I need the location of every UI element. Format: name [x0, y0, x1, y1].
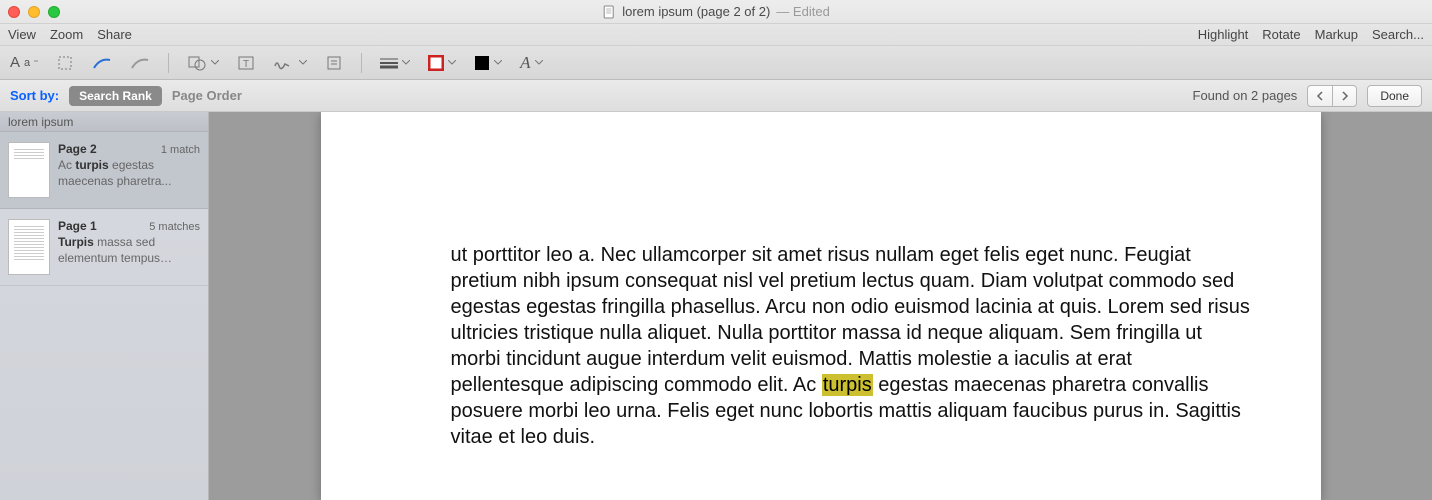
- result-nav: [1307, 85, 1357, 107]
- content-area: lorem ipsum Page 2 1 match Ac turpis ege…: [0, 112, 1432, 500]
- toolbar-divider: [168, 53, 169, 73]
- document-page: ut porttitor leo a. Nec ullamcorper sit …: [321, 112, 1321, 500]
- text-tool[interactable]: T: [237, 54, 255, 72]
- svg-text:T: T: [243, 59, 249, 70]
- view-menubar: View Zoom Share Highlight Rotate Markup …: [0, 24, 1432, 46]
- done-label: Done: [1380, 89, 1409, 103]
- search-result-item[interactable]: Page 1 5 matches Turpis massa sed elemen…: [0, 209, 208, 286]
- done-button[interactable]: Done: [1367, 85, 1422, 107]
- fill-color-tool[interactable]: [474, 55, 502, 71]
- sort-by-label: Sort by:: [10, 88, 59, 103]
- document-icon: [602, 5, 616, 19]
- result-page-label: Page 2: [58, 142, 97, 156]
- menu-search[interactable]: Search...: [1372, 27, 1424, 42]
- window-minimize-button[interactable]: [28, 6, 40, 18]
- document-body-text: ut porttitor leo a. Nec ullamcorper sit …: [451, 242, 1251, 450]
- search-results-bar: Sort by: Search Rank Page Order Found on…: [0, 80, 1432, 112]
- page-thumbnail-icon: [8, 219, 50, 275]
- prev-result-button[interactable]: [1307, 85, 1332, 107]
- menu-zoom[interactable]: Zoom: [50, 27, 83, 42]
- page-thumbnail-icon: [8, 142, 50, 198]
- menu-view[interactable]: View: [8, 27, 36, 42]
- next-result-button[interactable]: [1332, 85, 1357, 107]
- result-match-count: 5 matches: [149, 221, 200, 233]
- result-snippet: Ac turpis egestas maecenas pharetra...: [58, 158, 200, 189]
- window-title-text: lorem ipsum (page 2 of 2): [622, 4, 770, 19]
- window-zoom-button[interactable]: [48, 6, 60, 18]
- search-highlight: turpis: [822, 374, 873, 396]
- font-tool[interactable]: A: [520, 53, 542, 73]
- search-result-item[interactable]: Page 2 1 match Ac turpis egestas maecena…: [0, 132, 208, 209]
- border-style-tool[interactable]: [380, 57, 410, 69]
- found-count: Found on 2 pages: [1193, 88, 1298, 103]
- menu-share[interactable]: Share: [97, 27, 132, 42]
- sort-page-order[interactable]: Page Order: [172, 88, 242, 103]
- traffic-lights: [8, 6, 60, 18]
- sort-search-rank[interactable]: Search Rank: [69, 86, 162, 106]
- border-color-tool[interactable]: [428, 55, 456, 71]
- menu-highlight[interactable]: Highlight: [1198, 27, 1249, 42]
- window-title: lorem ipsum (page 2 of 2) — Edited: [602, 4, 830, 19]
- shapes-tool[interactable]: [187, 54, 219, 72]
- titlebar: lorem ipsum (page 2 of 2) — Edited: [0, 0, 1432, 24]
- note-tool[interactable]: [325, 54, 343, 72]
- selection-tool[interactable]: [56, 54, 74, 72]
- sidebar-heading: lorem ipsum: [0, 112, 208, 132]
- text-style-tool[interactable]: Aa: [10, 54, 38, 71]
- result-match-count: 1 match: [161, 144, 200, 156]
- toolbar-divider: [361, 53, 362, 73]
- menu-markup[interactable]: Markup: [1315, 27, 1358, 42]
- result-snippet: Turpis massa sed elementum tempus egesta…: [58, 235, 200, 266]
- markup-toolbar: Aa T A: [0, 46, 1432, 80]
- search-sidebar: lorem ipsum Page 2 1 match Ac turpis ege…: [0, 112, 209, 500]
- window-close-button[interactable]: [8, 6, 20, 18]
- draw-tool[interactable]: [130, 54, 150, 72]
- sketch-tool[interactable]: [92, 54, 112, 72]
- sign-tool[interactable]: [273, 54, 307, 72]
- document-viewport[interactable]: ut porttitor leo a. Nec ullamcorper sit …: [209, 112, 1432, 500]
- result-page-label: Page 1: [58, 219, 97, 233]
- menu-rotate[interactable]: Rotate: [1262, 27, 1300, 42]
- window-edited-status: — Edited: [776, 4, 829, 19]
